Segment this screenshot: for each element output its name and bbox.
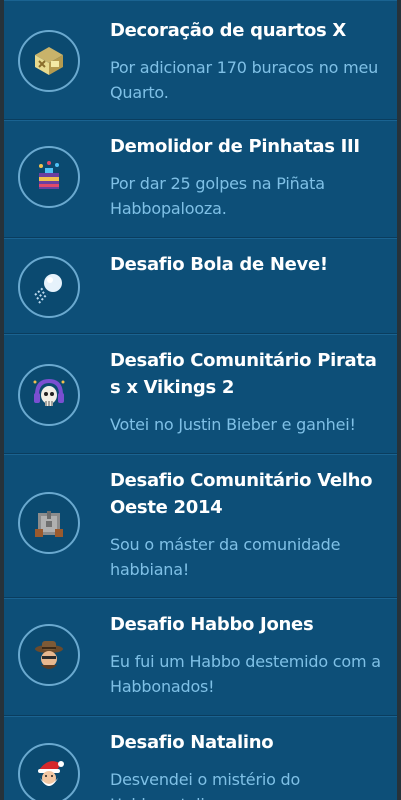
badge-title: Desafio Habbo Jones — [110, 614, 314, 635]
badge-list-item[interactable]: Desafio Comunitário Velho Oeste 2014 Sou… — [4, 454, 397, 598]
badge-title: Decoração de quartos X — [110, 20, 346, 41]
badge-list-item[interactable]: Decoração de quartos X Por adicionar 170… — [4, 0, 397, 120]
badge-list-item[interactable]: Desafio Habbo Jones Eu fui um Habbo dest… — [4, 598, 397, 716]
badge-list-item[interactable]: Desafio Bola de Neve! — [4, 238, 397, 334]
snowball-badge-icon — [18, 256, 80, 318]
skull-headphones-badge-icon — [18, 364, 80, 426]
right-edge — [397, 0, 401, 800]
badge-title: Demolidor de Pinhatas III — [110, 136, 360, 157]
explorer-hat-badge-icon — [18, 624, 80, 686]
badge-description: Por dar 25 golpes na Piñata Habbopalooza… — [110, 174, 325, 218]
badge-title: Desafio Bola de Neve! — [110, 254, 328, 275]
badge-list: Decoração de quartos X Por adicionar 170… — [4, 0, 397, 800]
pinata-badge-icon — [18, 146, 80, 208]
badge-list-item[interactable]: Desafio Comunitário Piratas x Vikings 2 … — [4, 334, 397, 454]
badge-title: Desafio Comunitário Piratas x Vikings 2 — [110, 350, 377, 398]
badge-list-screen: Decoração de quartos X Por adicionar 170… — [0, 0, 401, 800]
room-decoration-badge-icon — [18, 30, 80, 92]
badge-description: Sou o máster da comunidade habbiana! — [110, 535, 341, 579]
badge-title: Desafio Comunitário Velho Oeste 2014 — [110, 470, 373, 518]
wild-west-badge-icon — [18, 492, 80, 554]
badge-list-item[interactable]: Demolidor de Pinhatas III Por dar 25 gol… — [4, 120, 397, 238]
santa-badge-icon — [18, 743, 80, 800]
badge-description: Votei no Justin Bieber e ganhei! — [110, 415, 356, 434]
badge-title: Desafio Natalino — [110, 732, 274, 753]
badge-list-item[interactable]: Desafio Natalino Desvendei o mistério do… — [4, 716, 397, 800]
badge-description: Eu fui um Habbo destemido com a Habbonad… — [110, 652, 381, 696]
badge-description: Por adicionar 170 buracos no meu Quarto. — [110, 58, 379, 102]
badge-description: Desvendei o mistério do Habbonatalino — [110, 770, 301, 800]
